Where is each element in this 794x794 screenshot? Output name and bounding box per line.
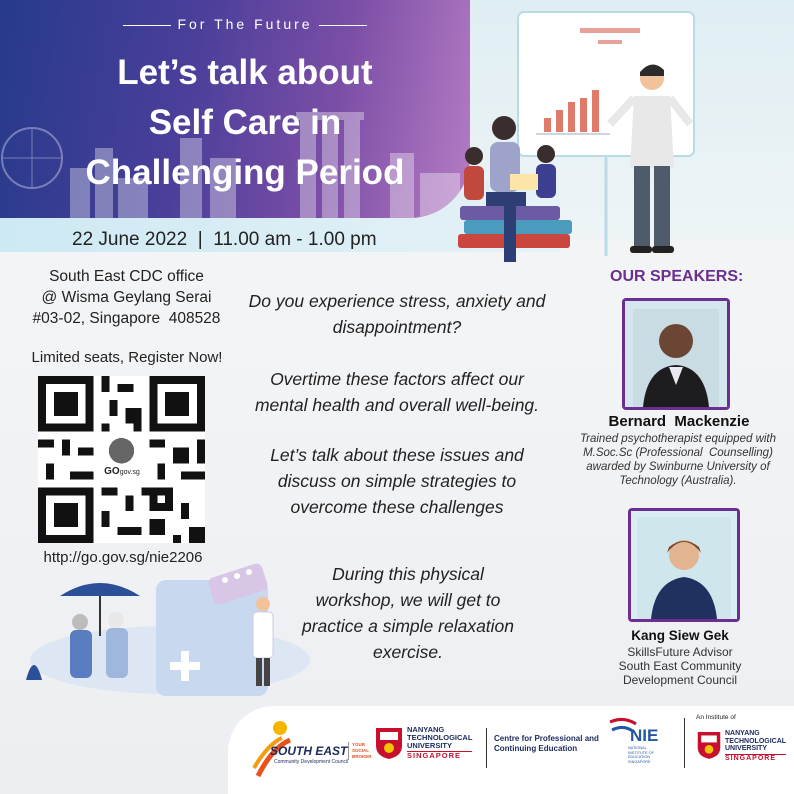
para3-line-3: overcome these challenges (290, 497, 504, 517)
title-line-2: Self Care in (148, 103, 342, 142)
para2-line-1: Overtime these factors affect our (270, 369, 524, 389)
cpce-text: Centre for Professional and Continuing E… (494, 734, 599, 754)
page-title: Let’s talk about Self Care in Challengin… (60, 48, 430, 198)
poster: For The Future Let’s talk about Self Car… (0, 0, 794, 794)
para4-line-3: practice a simple relaxation (301, 616, 515, 636)
footer-divider-2 (684, 718, 685, 768)
bernard-desc-line-4: Technology (Australia). (619, 475, 737, 487)
paragraph-stress-question: Do you experience stress, anxiety and di… (232, 288, 562, 340)
para4-line-1: During this physical (332, 564, 484, 584)
southeast-subtitle: Community Development Council (274, 759, 349, 765)
institute-of-label: An Institute of (696, 714, 736, 721)
qr-go-logo: GOgov.sg (98, 466, 146, 477)
footer-logo-bar: SOUTH EAST Community Development Council… (228, 706, 794, 794)
event-date-time: 22 June 2022 | 11.00 am - 1.00 pm (72, 229, 377, 250)
para2-line-2: mental health and overall well-being. (254, 395, 540, 415)
nie-sub-4: SINGAPORE (628, 759, 651, 764)
presentation-illustration (458, 11, 695, 262)
title-line-1: Let’s talk about (117, 53, 373, 92)
speaker-photo-kang (628, 508, 740, 622)
southeast-name: SOUTH EAST (270, 744, 348, 758)
ntu-line-3: UNIVERSITY (407, 741, 453, 750)
nie-logo: NIE NATIONAL INSTITUTE OF EDUCATION SING… (608, 716, 678, 782)
ntu-logo: NANYANG TECHNOLOGICAL UNIVERSITY SINGAPO… (374, 724, 484, 774)
speaker-photo-bernard (622, 298, 730, 410)
ntu-wordmark-secondary: NANYANG TECHNOLOGICAL UNIVERSITY SINGAPO… (725, 730, 787, 763)
qr-go-text: GO (104, 466, 120, 477)
nie-wordmark: NIE (630, 726, 659, 745)
medical-care-illustration (26, 563, 310, 696)
bernard-desc-line-2: M.Soc.Sc (Professional Counselling) (583, 447, 773, 459)
tag-line-3: BROKER (352, 754, 372, 759)
title-line-3: Challenging Period (85, 153, 405, 192)
speaker-name-bernard: Bernard Mackenzie (608, 413, 750, 430)
para4-line-4: exercise. (372, 642, 444, 662)
para3-line-2: discuss on simple strategies to (277, 471, 517, 491)
speaker-desc-kang: SkillsFuture Advisor South East Communit… (580, 645, 780, 687)
qr-pattern (38, 376, 205, 543)
venue-line-3: #03-02, Singapore 408528 (32, 310, 221, 327)
cpce-line-1: Centre for Professional and (494, 734, 599, 743)
ntu-crest-icon (376, 728, 402, 759)
speaker-desc-bernard: Trained psychotherapist equipped with M.… (562, 432, 794, 488)
venue-line-1: South East CDC office (49, 268, 204, 285)
kang-desc-line-1: SkillsFuture Advisor (627, 645, 733, 659)
ntu2-country: SINGAPORE (725, 753, 787, 763)
tagline-text: For The Future (177, 16, 313, 32)
ntu-logo-secondary: NANYANG TECHNOLOGICAL UNIVERSITY SINGAPO… (696, 730, 794, 774)
southeast-tagline: YOUR SOCIAL BROKER (348, 742, 372, 760)
venue-line-2: @ Wisma Geylang Serai (41, 289, 212, 306)
cpce-line-2: Continuing Education (494, 744, 578, 753)
ntu-wordmark: NANYANG TECHNOLOGICAL UNIVERSITY SINGAPO… (407, 726, 473, 760)
register-cta: Limited seats, Register Now! (31, 349, 223, 366)
tagline-rule-right (318, 24, 367, 26)
paragraph-workshop: During this physical workshop, we will g… (288, 561, 528, 665)
bernard-desc-line-1: Trained psychotherapist equipped with (579, 433, 777, 445)
kang-desc-line-3: Development Council (622, 673, 738, 687)
ntu2-line-1: NANYANG (725, 730, 760, 737)
ntu2-line-2: TECHNOLOGICAL (725, 737, 787, 745)
paragraph-mental-health: Overtime these factors affect our mental… (232, 366, 562, 418)
kang-desc-line-2: South East Community (618, 659, 742, 673)
southeast-cdc-logo: SOUTH EAST Community Development Council… (252, 718, 382, 782)
speaker-avatar-bernard (625, 301, 727, 407)
footer-divider-1 (486, 728, 487, 768)
paragraph-strategies: Let’s talk about these issues and discus… (232, 442, 562, 520)
qr-go-domain: gov.sg (119, 469, 140, 476)
ntu-crest-icon-secondary (697, 732, 721, 759)
registration-qr-code[interactable]: GOgov.sg (38, 376, 205, 543)
venue-address: South East CDC office @ Wisma Geylang Se… (14, 266, 239, 329)
ntu-country: SINGAPORE (407, 751, 473, 760)
nie-subtitle: NATIONAL INSTITUTE OF EDUCATION SINGAPOR… (628, 746, 654, 764)
tagline: For The Future (100, 16, 390, 32)
para3-line-1: Let’s talk about these issues and (270, 445, 524, 465)
speakers-heading: OUR SPEAKERS: (610, 268, 744, 285)
para1-line-2: disappointment? (332, 317, 462, 337)
para1-line-1: Do you experience stress, anxiety and (248, 291, 546, 311)
para4-line-2: workshop, we will get to (315, 590, 501, 610)
speaker-name-kang: Kang Siew Gek (631, 628, 729, 643)
speaker-avatar-kang (631, 511, 737, 619)
bernard-desc-line-3: awarded by Swinburne University of (586, 461, 770, 473)
ntu2-line-3: UNIVERSITY (725, 745, 768, 753)
tagline-rule-left (123, 24, 172, 26)
